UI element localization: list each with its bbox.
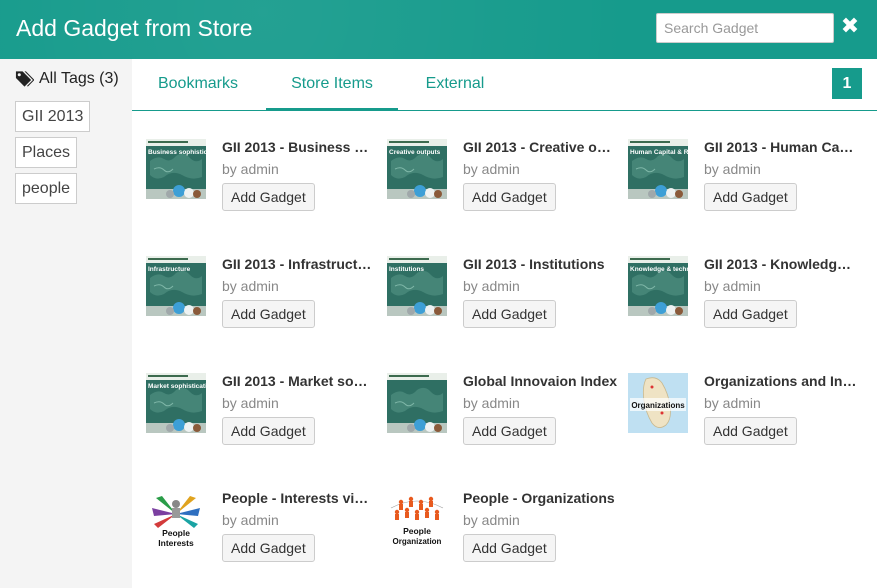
add-gadget-button[interactable]: Add Gadget — [704, 183, 797, 211]
add-gadget-button[interactable]: Add Gadget — [222, 300, 315, 328]
add-gadget-button[interactable]: Add Gadget — [222, 417, 315, 445]
add-gadget-button[interactable]: Add Gadget — [222, 534, 315, 562]
gadget-thumbnail[interactable]: Organizations — [628, 373, 688, 433]
add-gadget-button[interactable]: Add Gadget — [463, 417, 556, 445]
gadget-author: by admin — [704, 161, 761, 177]
gadget-card: Infrastructure GII 2013 - Infrastructure… — [146, 256, 376, 346]
add-gadget-button[interactable]: Add Gadget — [222, 183, 315, 211]
gadget-thumbnail[interactable] — [387, 373, 447, 433]
gadget-thumbnail[interactable]: Infrastructure — [146, 256, 206, 316]
gii-report-thumbnail — [387, 373, 447, 433]
thumbnail-caption: Market sophistication — [148, 383, 206, 390]
thumbnail-caption: Infrastructure — [148, 266, 191, 273]
people-organization-thumbnail: People Organization — [387, 490, 447, 550]
gadget-author: by admin — [463, 395, 520, 411]
gadget-author: by admin — [704, 395, 761, 411]
thumbnail-caption: Creative outputs — [389, 149, 441, 156]
map-thumbnail: Organizations — [628, 373, 688, 433]
tag-sidebar: All Tags (3) GII 2013 Places people — [0, 59, 132, 588]
gii-report-thumbnail: Knowledge & technology outputs — [628, 256, 688, 316]
people-interests-thumbnail: People Interests — [146, 490, 206, 550]
gadget-author: by admin — [463, 278, 520, 294]
gadget-thumbnail[interactable]: Human Capital & Research — [628, 139, 688, 199]
thumbnail-caption-line2: Interests — [158, 538, 194, 548]
gadget-author: by admin — [463, 161, 520, 177]
gii-report-thumbnail: Institutions — [387, 256, 447, 316]
gadget-card: Creative outputs GII 2013 - Creative out… — [387, 139, 617, 229]
tag-places[interactable]: Places — [15, 137, 78, 168]
gadget-author: by admin — [222, 512, 279, 528]
gii-report-thumbnail: Business sophistication — [146, 139, 206, 199]
gadget-thumbnail[interactable]: Knowledge & technology outputs — [628, 256, 688, 316]
gadget-card: Institutions GII 2013 - Institutions by a… — [387, 256, 617, 346]
close-icon[interactable]: ✖ — [840, 15, 860, 39]
store-tabs: Bookmarks Store Items External — [132, 59, 877, 111]
gii-report-thumbnail: Human Capital & Research — [628, 139, 688, 199]
page-number-button[interactable]: 1 — [832, 68, 862, 99]
gadget-thumbnail[interactable]: People Organization — [387, 490, 447, 550]
add-gadget-button[interactable]: Add Gadget — [704, 417, 797, 445]
dialog-title: Add Gadget from Store — [16, 15, 253, 41]
gadget-title[interactable]: GII 2013 - Knowledge & technology output… — [704, 256, 858, 272]
gadget-thumbnail[interactable]: Institutions — [387, 256, 447, 316]
thumbnail-caption-line1: People — [403, 526, 431, 536]
gadget-author: by admin — [222, 161, 279, 177]
dialog-header: Add Gadget from Store ✖ — [0, 0, 877, 59]
tab-bookmarks[interactable]: Bookmarks — [146, 59, 250, 111]
gadget-title[interactable]: GII 2013 - Infrastructure — [222, 256, 376, 272]
thumbnail-caption: Organizations — [631, 401, 685, 410]
gii-report-thumbnail: Market sophistication — [146, 373, 206, 433]
gadget-title[interactable]: GII 2013 - Market sophistication — [222, 373, 376, 389]
gadget-title[interactable]: GII 2013 - Business sophistication — [222, 139, 376, 155]
gadget-thumbnail[interactable]: Business sophistication — [146, 139, 206, 199]
tab-store-items[interactable]: Store Items — [266, 59, 398, 111]
gii-report-thumbnail: Creative outputs — [387, 139, 447, 199]
add-gadget-button[interactable]: Add Gadget — [463, 300, 556, 328]
tab-external[interactable]: External — [414, 59, 496, 111]
gadget-title[interactable]: GII 2013 - Creative outputs — [463, 139, 617, 155]
all-tags-label: All Tags (3) — [39, 70, 119, 87]
thumbnail-caption: Human Capital & Research — [630, 149, 688, 156]
thumbnail-caption: Institutions — [389, 266, 424, 273]
gadget-card: People Interests People - Interests visu… — [146, 490, 376, 580]
gadget-title[interactable]: People - Interests visualization — [222, 490, 376, 506]
gadget-title[interactable]: Global Innovaion Index — [463, 373, 617, 389]
search-gadget-input[interactable] — [656, 13, 834, 43]
thumbnail-caption-line1: People — [162, 528, 190, 538]
gadget-thumbnail[interactable]: Creative outputs — [387, 139, 447, 199]
gadget-author: by admin — [222, 278, 279, 294]
add-gadget-button[interactable]: Add Gadget — [463, 534, 556, 562]
thumbnail-caption-line2: Organization — [393, 537, 442, 546]
gadget-thumbnail[interactable]: Market sophistication — [146, 373, 206, 433]
gii-report-thumbnail: Infrastructure — [146, 256, 206, 316]
gadget-card: Knowledge & technology outputs GII 2013 … — [628, 256, 858, 346]
tags-icon — [15, 71, 34, 87]
gadget-card: People Organization People - Organizatio… — [387, 490, 617, 580]
gadget-thumbnail[interactable]: People Interests — [146, 490, 206, 550]
thumbnail-caption: Business sophistication — [148, 149, 206, 156]
gadget-card: Business sophistication GII 2013 - Busin… — [146, 139, 376, 229]
gadget-author: by admin — [463, 512, 520, 528]
gadget-title[interactable]: GII 2013 - Institutions — [463, 256, 617, 272]
thumbnail-caption: Knowledge & technology outputs — [630, 266, 688, 273]
tag-gii-2013[interactable]: GII 2013 — [15, 101, 91, 132]
gadget-card: Organizations Organizations and Institut… — [628, 373, 858, 463]
tag-people[interactable]: people — [15, 173, 78, 204]
all-tags-filter[interactable]: All Tags (3) — [15, 70, 119, 88]
gadget-card: Human Capital & Research GII 2013 - Huma… — [628, 139, 858, 229]
gadget-title[interactable]: Organizations and Institutions — [704, 373, 858, 389]
add-gadget-button[interactable]: Add Gadget — [463, 183, 556, 211]
gadget-title[interactable]: GII 2013 - Human Capital & Research — [704, 139, 858, 155]
gadget-card: Global Innovaion Index by admin Add Gadget — [387, 373, 617, 463]
add-gadget-button[interactable]: Add Gadget — [704, 300, 797, 328]
gadget-author: by admin — [704, 278, 761, 294]
gadget-author: by admin — [222, 395, 279, 411]
gadget-card: Market sophistication GII 2013 - Market … — [146, 373, 376, 463]
gadget-title[interactable]: People - Organizations — [463, 490, 617, 506]
